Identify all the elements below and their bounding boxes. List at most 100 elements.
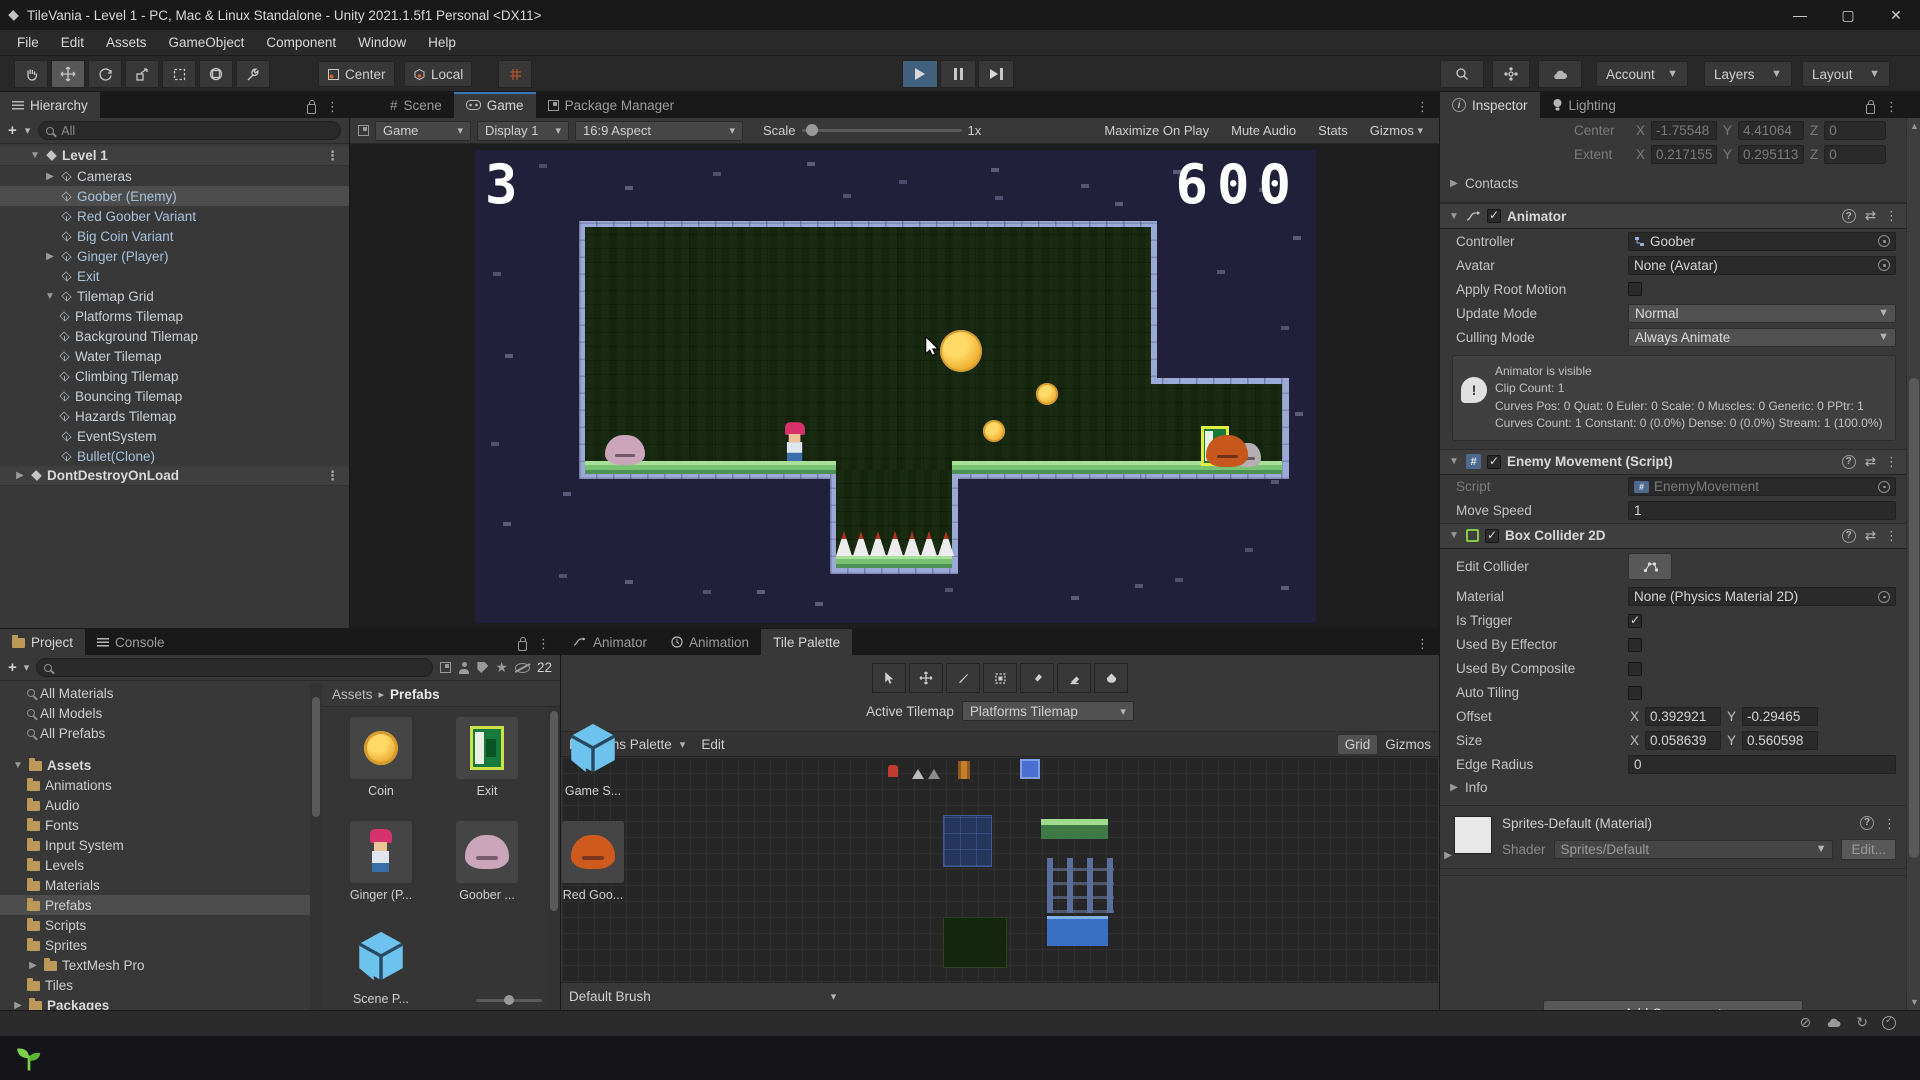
collab-icon[interactable] xyxy=(458,662,470,674)
pause-button[interactable] xyxy=(940,60,976,88)
custom-tools-button[interactable] xyxy=(236,60,270,88)
scale-tool-button[interactable] xyxy=(125,60,159,88)
center-x-field[interactable]: -1.75548 xyxy=(1651,121,1717,140)
foldout-closed-icon[interactable]: ▶ xyxy=(1442,850,1454,861)
foldout-open-icon[interactable]: ▼ xyxy=(1448,456,1460,467)
help-icon[interactable]: ? xyxy=(1860,816,1874,830)
palette-grid-toggle[interactable]: Grid xyxy=(1338,735,1378,754)
kebab-menu-icon[interactable]: ⋮ xyxy=(1885,528,1898,544)
menu-help[interactable]: Help xyxy=(417,30,467,56)
pivot-toggle-button[interactable]: Center xyxy=(318,61,395,87)
palette-canvas[interactable] xyxy=(562,757,1438,982)
hierarchy-item-bouncing-tilemap[interactable]: Bouncing Tilemap xyxy=(0,386,349,406)
asset-coin[interactable]: Coin xyxy=(338,717,424,798)
folder-animations[interactable]: Animations xyxy=(0,775,310,795)
lock-icon[interactable] xyxy=(307,104,316,114)
physics-material-object-field[interactable]: None (Physics Material 2D) xyxy=(1628,587,1896,606)
size-y-field[interactable]: 0.560598 xyxy=(1742,731,1818,750)
tab-game[interactable]: Game xyxy=(454,92,536,118)
hierarchy-item-tilemap-grid[interactable]: ▼Tilemap Grid xyxy=(0,286,349,306)
kebab-menu-icon[interactable]: ⋮ xyxy=(1885,99,1898,115)
menu-component[interactable]: Component xyxy=(255,30,347,56)
apply-root-motion-checkbox[interactable] xyxy=(1628,282,1642,296)
extent-x-field[interactable]: 0.217155 xyxy=(1651,145,1717,164)
scale-slider[interactable] xyxy=(802,129,962,132)
hierarchy-search[interactable] xyxy=(38,121,341,140)
tab-scene[interactable]: # Scene xyxy=(378,92,454,118)
chevron-down-icon[interactable]: ▾ xyxy=(831,990,837,1003)
collider-info-foldout[interactable]: ▶ Info xyxy=(1440,777,1906,799)
material-preview-swatch[interactable] xyxy=(1454,816,1492,854)
presets-icon[interactable]: ⇄ xyxy=(1865,528,1876,544)
progress-check-icon[interactable] xyxy=(1882,1016,1896,1030)
folder-audio[interactable]: Audio xyxy=(0,795,310,815)
hierarchy-search-input[interactable] xyxy=(59,123,333,139)
foldout-closed-icon[interactable]: ▶ xyxy=(12,1000,24,1011)
add-object-button[interactable]: + xyxy=(8,122,17,139)
object-picker-icon[interactable] xyxy=(1878,481,1890,493)
hierarchy-item-goober-enemy[interactable]: Goober (Enemy) xyxy=(0,186,349,206)
menu-file[interactable]: File xyxy=(6,30,50,56)
help-icon[interactable]: ? xyxy=(1842,455,1856,469)
center-y-field[interactable]: 4.41064 xyxy=(1738,121,1804,140)
menu-gameobject[interactable]: GameObject xyxy=(158,30,256,56)
chevron-down-icon[interactable]: ▾ xyxy=(680,738,686,751)
shader-edit-button[interactable]: Edit... xyxy=(1841,839,1896,860)
asset-scene-persist[interactable]: Scene P... xyxy=(338,925,424,1006)
tab-project[interactable]: Project xyxy=(0,629,85,655)
tab-hierarchy[interactable]: Hierarchy xyxy=(0,92,100,118)
tile-select-tool-button[interactable] xyxy=(872,663,906,693)
menu-assets[interactable]: Assets xyxy=(95,30,158,56)
avatar-object-field[interactable]: None (Avatar) xyxy=(1628,256,1896,275)
mute-audio-toggle[interactable]: Mute Audio xyxy=(1223,121,1304,141)
folder-materials[interactable]: Materials xyxy=(0,875,310,895)
hierarchy-item-big-coin[interactable]: Big Coin Variant xyxy=(0,226,349,246)
tile-paint-tool-button[interactable] xyxy=(946,663,980,693)
scene-row-dontdestroyonload[interactable]: ▶DontDestroyOnLoad⋮ xyxy=(0,466,349,486)
object-picker-icon[interactable] xyxy=(1878,591,1890,603)
hierarchy-item-bullet-clone[interactable]: Bullet(Clone) xyxy=(0,446,349,466)
tile-picker-tool-button[interactable] xyxy=(1020,663,1054,693)
hierarchy-item-background-tilemap[interactable]: Background Tilemap xyxy=(0,326,349,346)
asset-game-session[interactable]: Game S... xyxy=(550,717,636,798)
display-dropdown[interactable]: Display 1▾ xyxy=(477,121,569,141)
lock-icon[interactable] xyxy=(518,641,527,651)
foldout-open-icon[interactable]: ▼ xyxy=(1448,530,1460,541)
inspector-scrollbar[interactable]: ▲ ▼ xyxy=(1906,118,1920,1010)
tile-eraser-tool-button[interactable] xyxy=(1057,663,1091,693)
kebab-menu-icon[interactable]: ⋮ xyxy=(1883,816,1896,832)
used-by-composite-checkbox[interactable] xyxy=(1628,662,1642,676)
hierarchy-item-red-goober[interactable]: Red Goober Variant xyxy=(0,206,349,226)
folder-prefabs[interactable]: Prefabs xyxy=(0,895,310,915)
kebab-menu-icon[interactable]: ⋮ xyxy=(1416,636,1429,652)
stats-toggle[interactable]: Stats xyxy=(1310,121,1356,141)
hand-tool-button[interactable] xyxy=(14,60,48,88)
hierarchy-item-eventsystem[interactable]: EventSystem xyxy=(0,426,349,446)
add-component-button[interactable]: Add Component xyxy=(1543,1000,1803,1010)
notifications-muted-icon[interactable]: ⊘ xyxy=(1800,1014,1812,1031)
kebab-menu-icon[interactable]: ⋮ xyxy=(326,468,339,484)
account-dropdown[interactable]: Account▼ xyxy=(1596,61,1688,87)
component-enabled-checkbox[interactable] xyxy=(1485,529,1499,543)
kebab-menu-icon[interactable]: ⋮ xyxy=(1885,454,1898,470)
rect-tool-button[interactable] xyxy=(162,60,196,88)
project-grid-scrollbar[interactable] xyxy=(548,707,560,1010)
hidden-count-eye-icon[interactable] xyxy=(515,663,530,673)
folder-scripts[interactable]: Scripts xyxy=(0,915,310,935)
brush-dropdown[interactable]: Default Brush xyxy=(569,989,651,1004)
orientation-toggle-button[interactable]: Local xyxy=(404,61,472,87)
help-icon[interactable]: ? xyxy=(1842,209,1856,223)
extent-z-field[interactable]: 0 xyxy=(1824,145,1886,164)
hierarchy-item-cameras[interactable]: ▶Cameras xyxy=(0,166,349,186)
scene-row-level1[interactable]: ▼Level 1⋮ xyxy=(0,146,349,166)
favorite-all-prefabs[interactable]: All Prefabs xyxy=(0,723,310,743)
aspect-dropdown[interactable]: 16:9 Aspect▾ xyxy=(575,121,743,141)
object-picker-icon[interactable] xyxy=(1878,259,1890,271)
tab-package-manager[interactable]: Package Manager xyxy=(536,92,687,118)
asset-ginger-player[interactable]: Ginger (P... xyxy=(338,821,424,902)
hierarchy-item-platforms-tilemap[interactable]: Platforms Tilemap xyxy=(0,306,349,326)
services-button[interactable] xyxy=(1492,60,1530,88)
taskbar-app-icon[interactable] xyxy=(14,1043,44,1073)
move-tool-button[interactable] xyxy=(51,60,85,88)
offset-y-field[interactable]: -0.29465 xyxy=(1742,707,1818,726)
